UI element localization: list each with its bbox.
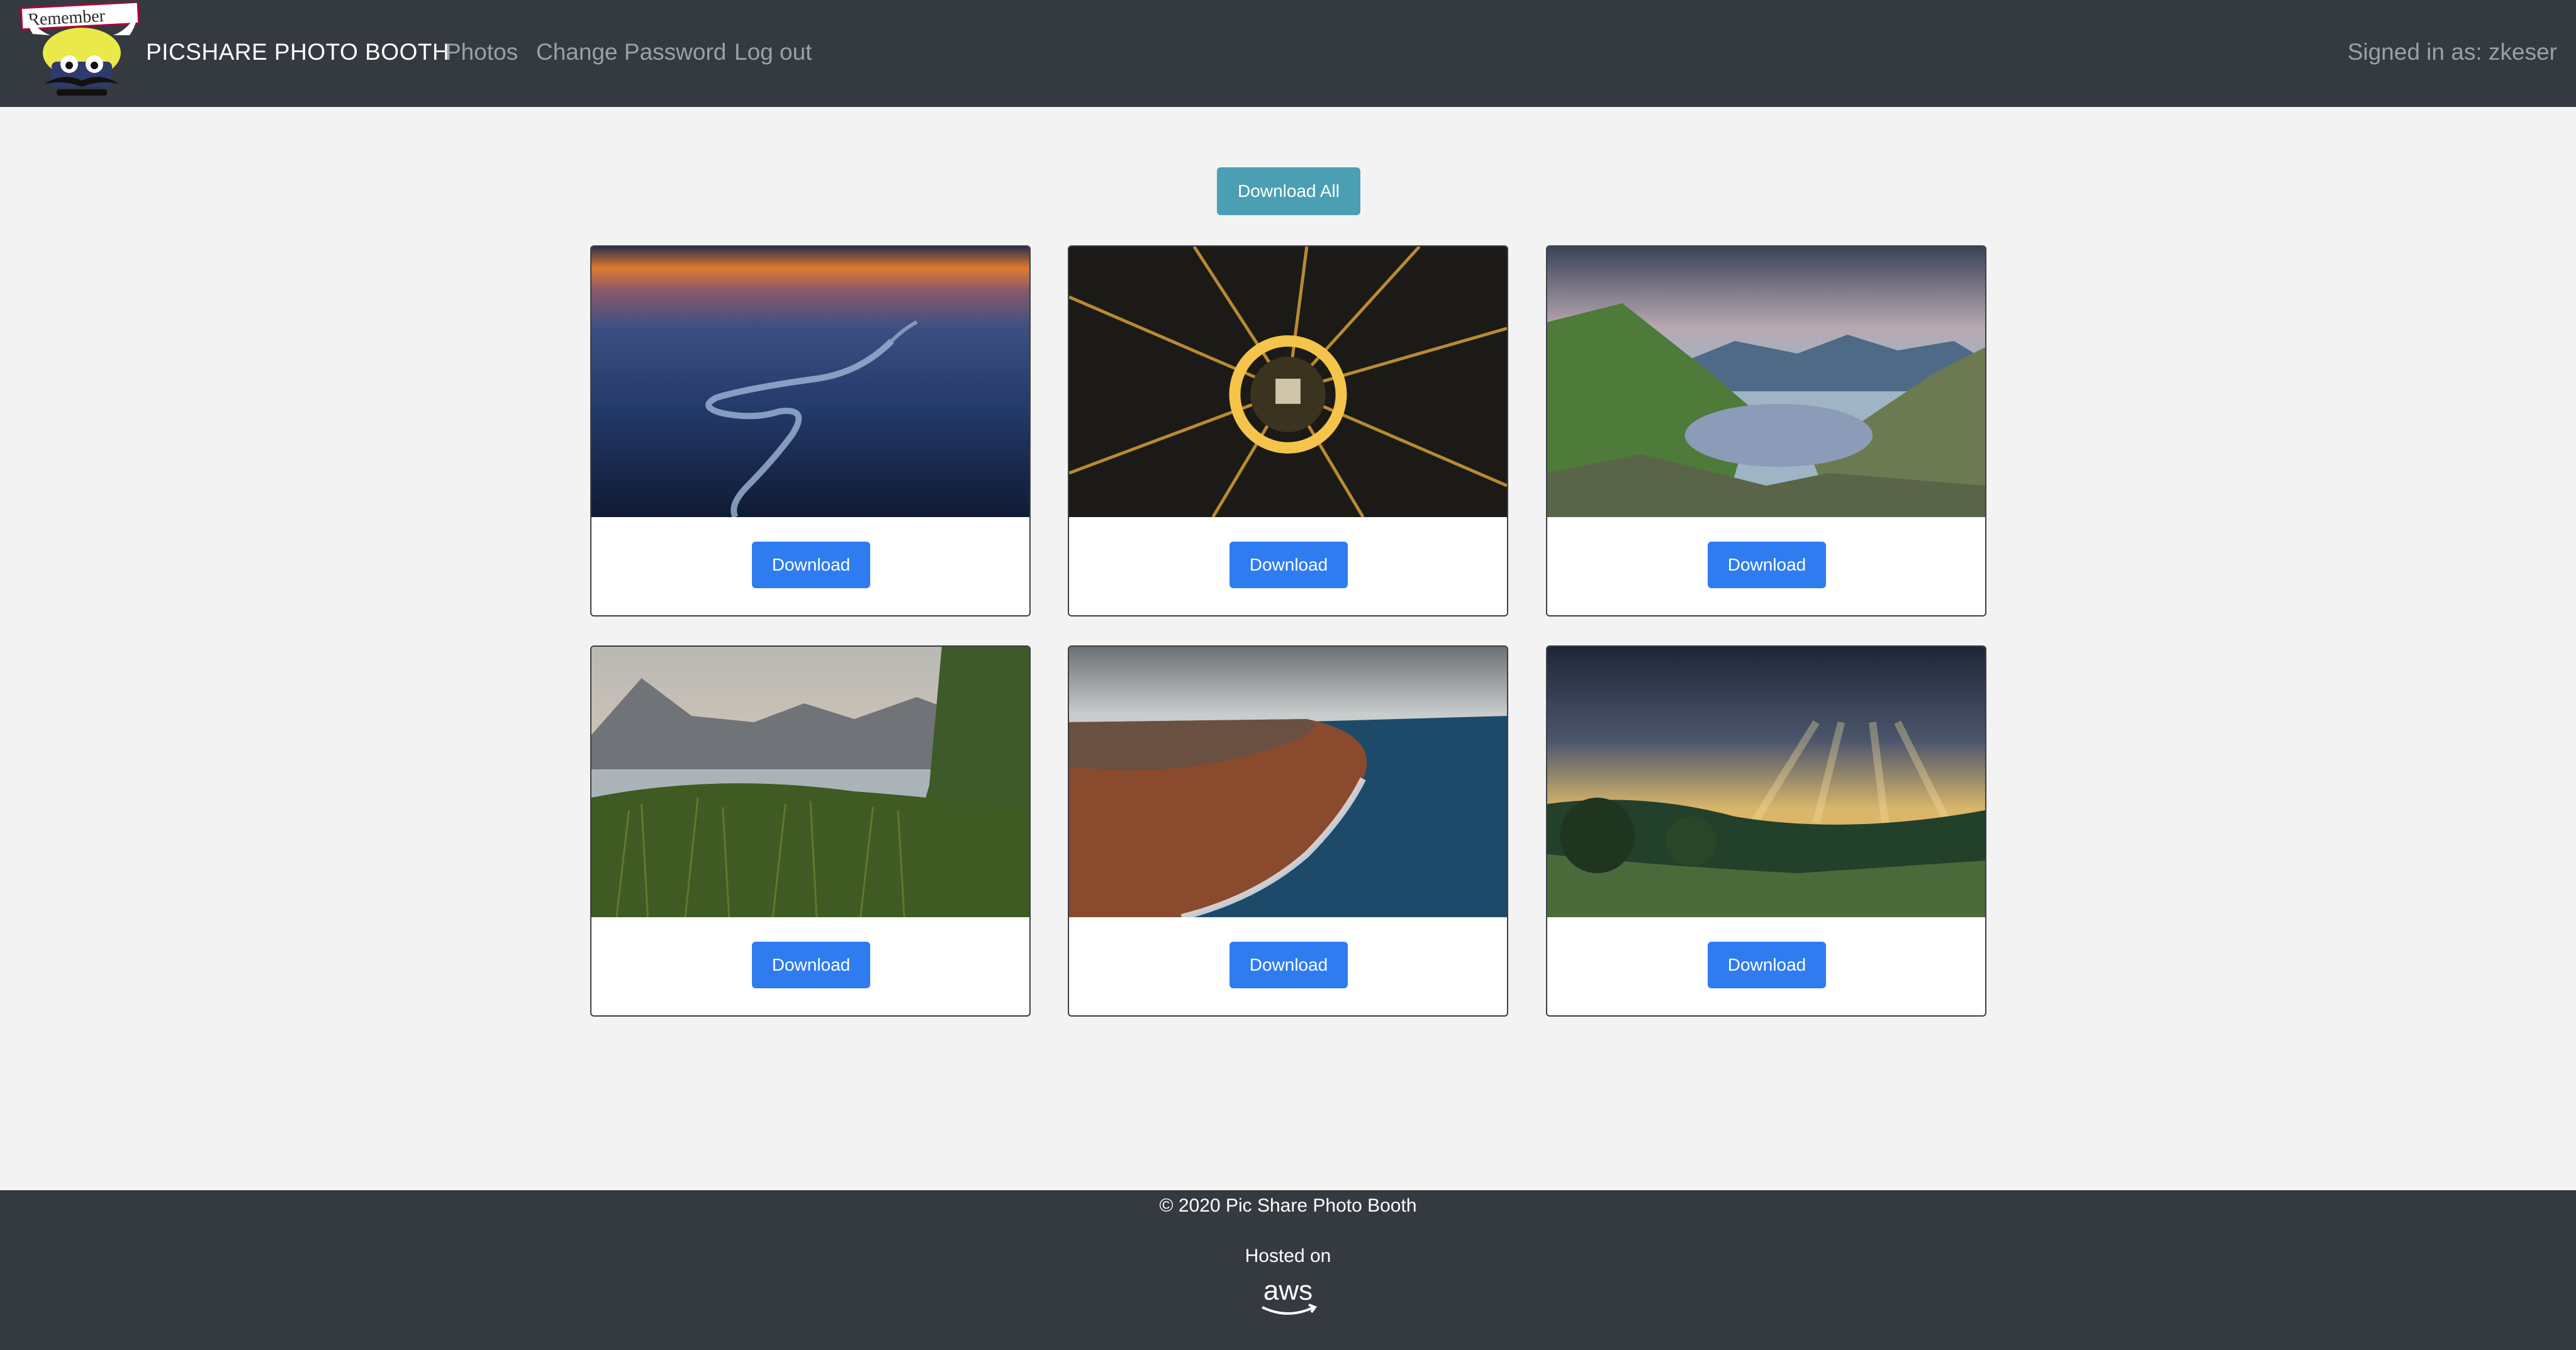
download-button[interactable]: Download (752, 942, 870, 988)
download-all-button[interactable]: Download All (1217, 167, 1360, 215)
hosted-on-text: Hosted on (1245, 1246, 1331, 1266)
download-button[interactable]: Download (1708, 542, 1826, 588)
download-button[interactable]: Download (1229, 542, 1348, 588)
photo-sunrays-hills (1547, 647, 1985, 917)
photo-card: Download (1068, 645, 1508, 1017)
photo-aerial-city-river (591, 247, 1029, 517)
aws-logo-text: aws (1263, 1276, 1313, 1306)
photo-card: Download (590, 245, 1031, 616)
logo-text: Remember (27, 6, 106, 30)
navbar: Remember PICSHARE PHOTO BOOTH Photos Cha… (0, 0, 2576, 107)
download-button[interactable]: Download (1229, 942, 1348, 988)
photo-card: Download (590, 645, 1031, 1017)
footer: © 2020 Pic Share Photo Booth Hosted on a… (0, 1190, 2576, 1350)
photo-card: Download (1546, 645, 1986, 1017)
download-button[interactable]: Download (752, 542, 870, 588)
photo-mountain-lake (1547, 247, 1985, 517)
brand-title[interactable]: PICSHARE PHOTO BOOTH (146, 39, 449, 65)
photo-lake-reeds (591, 647, 1029, 917)
download-button[interactable]: Download (1708, 942, 1826, 988)
copyright-text: © 2020 Pic Share Photo Booth (1159, 1195, 1417, 1216)
nav-link-logout[interactable]: Log out (734, 39, 812, 65)
viking-mustache-logo[interactable]: Remember (19, 1, 145, 97)
photo-card: Download (1546, 245, 1986, 616)
photo-arc-de-triomphe (1069, 247, 1507, 517)
photo-card: Download (1068, 245, 1508, 616)
photo-coastline (1069, 647, 1507, 917)
nav-link-photos[interactable]: Photos (445, 39, 518, 65)
nav-link-change-password[interactable]: Change Password (536, 39, 726, 65)
aws-logo-icon: aws (1253, 1275, 1323, 1320)
signed-in-user: Signed in as: zkeser (2347, 39, 2557, 65)
